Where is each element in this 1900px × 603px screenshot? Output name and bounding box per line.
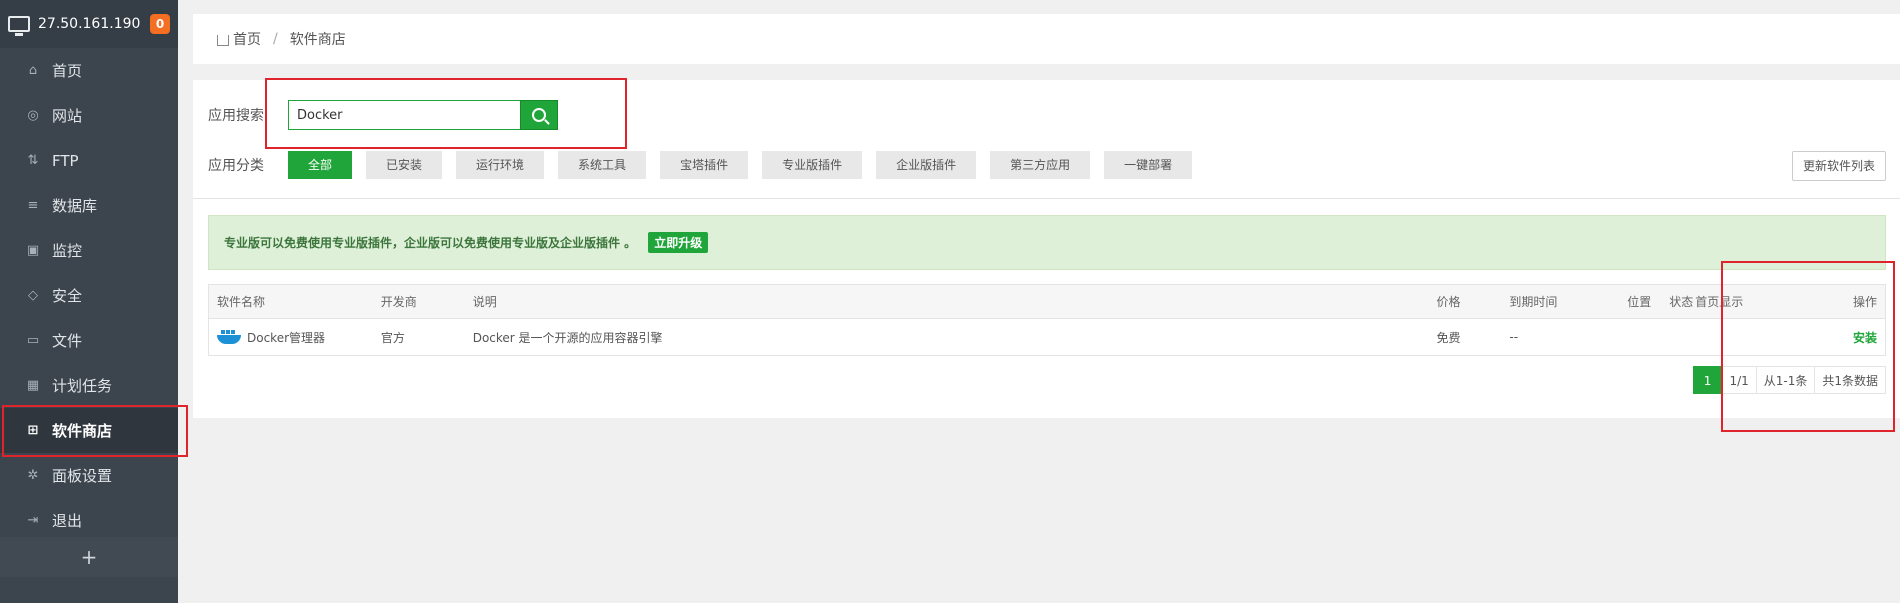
category-pro-plugins[interactable]: 专业版插件 bbox=[762, 151, 863, 179]
search-icon bbox=[532, 108, 546, 122]
category-label: 应用分类 bbox=[208, 158, 264, 174]
sidebar-item-files[interactable]: ▭ 文件 bbox=[0, 318, 178, 363]
cell-expire: -- bbox=[1509, 330, 1519, 344]
search-button[interactable] bbox=[520, 100, 558, 130]
software-store-panel: 应用搜索 Docker 应用分类 全部 已安装 运行环境 系统工具 宝塔插件 专… bbox=[193, 80, 1900, 418]
category-all[interactable]: 全部 bbox=[288, 151, 353, 179]
page-count: 1/1 bbox=[1721, 366, 1757, 394]
database-icon: ≡ bbox=[27, 197, 39, 213]
notification-badge[interactable]: 0 bbox=[150, 14, 170, 34]
upgrade-button[interactable]: 立即升级 bbox=[648, 232, 709, 253]
col-expire: 到期时间 bbox=[1509, 295, 1558, 309]
home-icon bbox=[217, 34, 229, 46]
divider bbox=[193, 198, 1900, 199]
sidebar-item-label: 文件 bbox=[52, 332, 83, 350]
sidebar-item-software-store[interactable]: ⊞ 软件商店 bbox=[0, 408, 178, 453]
globe-icon: ◎ bbox=[27, 107, 39, 123]
software-table: 软件名称 开发商 说明 价格 到期时间 位置 状态 首页显示 操作 Docker… bbox=[208, 284, 1886, 356]
cell-price: 免费 bbox=[1436, 330, 1461, 345]
sidebar-item-security[interactable]: ◇ 安全 bbox=[0, 273, 178, 318]
cell-description: Docker 是一个开源的应用容器引擎 bbox=[472, 330, 663, 345]
category-system-tools[interactable]: 系统工具 bbox=[558, 151, 647, 179]
col-name: 软件名称 bbox=[217, 295, 266, 309]
notice-text: 专业版可以免费使用专业版插件，企业版可以免费使用专业版及企业版插件 。 bbox=[224, 236, 637, 250]
sidebar-item-ftp[interactable]: ⇅ FTP bbox=[0, 138, 178, 183]
sidebar-item-label: 数据库 bbox=[52, 197, 98, 215]
category-third-party[interactable]: 第三方应用 bbox=[990, 151, 1091, 179]
gear-icon: ✲ bbox=[27, 467, 39, 483]
sidebar-item-website[interactable]: ◎ 网站 bbox=[0, 93, 178, 138]
monitor-icon: ▣ bbox=[26, 242, 40, 258]
page-total: 共1条数据 bbox=[1814, 366, 1886, 394]
sidebar-item-label: 退出 bbox=[52, 512, 83, 530]
breadcrumb: 首页 / 软件商店 bbox=[193, 14, 1900, 64]
sidebar-item-label: 首页 bbox=[52, 62, 83, 80]
category-enterprise-plugins[interactable]: 企业版插件 bbox=[876, 151, 977, 179]
category-bt-plugins[interactable]: 宝塔插件 bbox=[660, 151, 749, 179]
sidebar-item-label: 安全 bbox=[52, 287, 83, 305]
sidebar-item-label: 监控 bbox=[52, 242, 83, 260]
sidebar: 27.50.161.190 0 ⌂ 首页 ◎ 网站 ⇅ FTP ≡ 数据库 ▣ 监控 ◇ 安… bbox=[0, 0, 178, 603]
sidebar-item-label: FTP bbox=[52, 151, 79, 170]
col-price: 价格 bbox=[1436, 295, 1461, 309]
shield-icon: ◇ bbox=[28, 287, 38, 303]
sidebar-item-database[interactable]: ≡ 数据库 bbox=[0, 183, 178, 228]
search-label: 应用搜索 bbox=[208, 108, 264, 124]
cell-action: 安装 bbox=[1785, 329, 1885, 346]
cell-developer: 官方 bbox=[380, 330, 405, 345]
server-ip: 27.50.161.190 bbox=[38, 16, 141, 32]
calendar-icon: ▦ bbox=[26, 377, 40, 393]
pagination: 1 1/1 从1-1条 共1条数据 bbox=[1692, 366, 1886, 394]
grid-icon: ⊞ bbox=[27, 422, 39, 438]
sidebar-item-monitor[interactable]: ▣ 监控 bbox=[0, 228, 178, 273]
cell-name: Docker管理器 bbox=[209, 329, 373, 346]
sidebar-item-label: 网站 bbox=[52, 107, 83, 125]
col-action: 操作 bbox=[1852, 295, 1877, 309]
page-range: 从1-1条 bbox=[1755, 366, 1816, 394]
docker-whale-icon bbox=[217, 329, 243, 345]
monitor-icon bbox=[8, 16, 30, 36]
search-input[interactable]: Docker bbox=[288, 100, 520, 130]
sidebar-item-panel-settings[interactable]: ✲ 面板设置 bbox=[0, 453, 178, 498]
home-icon: ⌂ bbox=[28, 62, 38, 78]
col-homepage: 首页显示 bbox=[1695, 295, 1744, 309]
breadcrumb-separator: / bbox=[273, 31, 278, 47]
table-header: 软件名称 开发商 说明 价格 到期时间 位置 状态 首页显示 操作 bbox=[209, 285, 1885, 319]
server-header: 27.50.161.190 0 bbox=[0, 0, 178, 48]
col-position: 位置 bbox=[1627, 295, 1652, 309]
software-name: Docker管理器 bbox=[247, 330, 326, 345]
col-developer: 开发商 bbox=[380, 295, 417, 309]
category-one-click-deploy[interactable]: 一键部署 bbox=[1104, 151, 1193, 179]
table-row: Docker管理器 官方 Docker 是一个开源的应用容器引擎 免费 -- 安… bbox=[209, 319, 1885, 355]
ftp-icon: ⇅ bbox=[27, 152, 39, 168]
sidebar-menu: ⌂ 首页 ◎ 网站 ⇅ FTP ≡ 数据库 ▣ 监控 ◇ 安全 ▭ 文件 ▦ 计划任务 ⊞ 软件商… bbox=[0, 48, 178, 543]
page-current[interactable]: 1 bbox=[1692, 366, 1723, 394]
sidebar-item-home[interactable]: ⌂ 首页 bbox=[0, 48, 178, 93]
col-description: 说明 bbox=[472, 295, 497, 309]
sidebar-item-label: 软件商店 bbox=[52, 422, 113, 440]
breadcrumb-home[interactable]: 首页 bbox=[233, 29, 261, 49]
breadcrumb-current: 软件商店 bbox=[289, 32, 346, 48]
sidebar-item-label: 计划任务 bbox=[52, 377, 113, 395]
sidebar-item-label: 面板设置 bbox=[52, 467, 113, 485]
folder-icon: ▭ bbox=[26, 332, 40, 348]
add-button[interactable]: + bbox=[0, 537, 178, 577]
col-status: 状态 bbox=[1669, 295, 1694, 309]
upgrade-notice: 专业版可以免费使用专业版插件，企业版可以免费使用专业版及企业版插件 。 立即升级 bbox=[208, 215, 1886, 270]
category-installed[interactable]: 已安装 bbox=[366, 151, 443, 179]
category-runtime[interactable]: 运行环境 bbox=[456, 151, 545, 179]
category-row: 应用分类 全部 已安装 运行环境 系统工具 宝塔插件 专业版插件 企业版插件 第… bbox=[208, 151, 1206, 179]
sidebar-item-cron[interactable]: ▦ 计划任务 bbox=[0, 363, 178, 408]
install-link[interactable]: 安装 bbox=[1853, 331, 1877, 345]
search-row: 应用搜索 Docker bbox=[208, 100, 558, 130]
logout-icon: ⇥ bbox=[27, 512, 39, 528]
refresh-software-list-button[interactable]: 更新软件列表 bbox=[1791, 151, 1886, 181]
